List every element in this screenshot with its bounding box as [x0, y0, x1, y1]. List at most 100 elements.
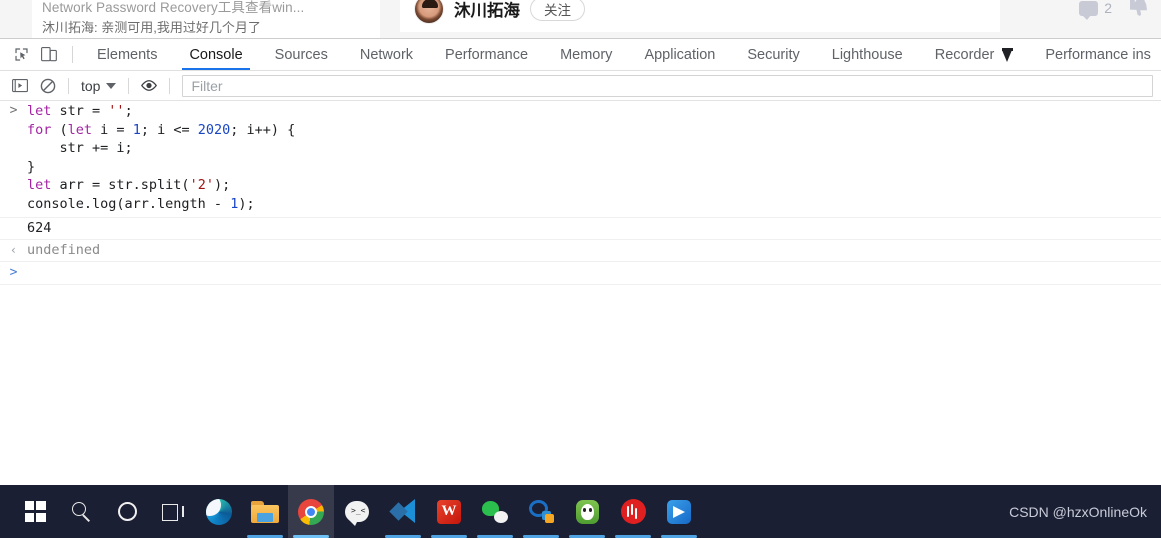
- red-circle-icon: [620, 499, 646, 524]
- device-toolbar-button[interactable]: [35, 39, 63, 70]
- live-expression-button[interactable]: [135, 73, 163, 99]
- tab-console[interactable]: Console: [173, 39, 258, 70]
- code-token: );: [238, 195, 255, 212]
- file-explorer-button[interactable]: [242, 485, 288, 538]
- panda-icon: [575, 499, 599, 524]
- console-return-value: undefined: [27, 242, 101, 258]
- follow-button[interactable]: 关注: [530, 0, 585, 21]
- code-token: '': [108, 103, 125, 119]
- tab-performance-ins[interactable]: Performance ins: [1029, 39, 1161, 70]
- inspect-cursor-icon: [14, 48, 28, 61]
- author-bar: 沐川拓海 关注: [400, 0, 1000, 32]
- console-log-entry: 624: [0, 218, 1161, 240]
- console-toolbar: top: [0, 71, 1161, 101]
- code-token: ; i++) {: [230, 121, 296, 138]
- chat-bubble-icon: >_<: [345, 501, 369, 526]
- tabbar-divider: [72, 46, 73, 63]
- filter-input[interactable]: [191, 77, 1144, 94]
- vscode-button[interactable]: [380, 485, 426, 538]
- flask-experiment-icon: [1002, 47, 1014, 62]
- search-icon: [71, 501, 91, 522]
- tab-label: Lighthouse: [831, 46, 903, 63]
- comment-stat[interactable]: 2: [1079, 0, 1112, 20]
- wechat-button[interactable]: [472, 485, 518, 538]
- web-page-content-strip: Network Password Recovery工具查看win... 沐川拓海…: [0, 0, 1161, 38]
- avatar[interactable]: [414, 0, 444, 24]
- task-view-button[interactable]: [150, 485, 196, 538]
- console-return-entry: ‹ undefined: [0, 240, 1161, 262]
- tab-security[interactable]: Security: [731, 39, 815, 70]
- tab-label: Application: [644, 46, 716, 63]
- panda-browser-button[interactable]: [564, 485, 610, 538]
- devtools-panel: Elements Console Sources Network Performance…: [0, 38, 1161, 485]
- code-token: );: [213, 177, 231, 193]
- context-label: top: [81, 77, 101, 94]
- tab-network[interactable]: Network: [344, 39, 429, 70]
- code-token: let: [27, 103, 52, 119]
- code-token: '2': [189, 177, 214, 193]
- start-button[interactable]: [12, 485, 58, 538]
- thumbs-up-icon: [1130, 0, 1147, 16]
- watermark-text: CSDN @hzxOnlineOk: [1009, 503, 1147, 520]
- console-sidebar-toggle-button[interactable]: [6, 73, 34, 99]
- filter-input-wrapper[interactable]: [182, 74, 1153, 97]
- red-app-button[interactable]: [610, 485, 656, 538]
- return-glyph: ‹: [9, 243, 18, 257]
- tab-label: Memory: [560, 46, 613, 63]
- search-button[interactable]: [58, 485, 104, 538]
- blue-arrow-button[interactable]: [656, 485, 702, 538]
- console-message-list[interactable]: > let str = ''; for (let i = 1; i <= 202…: [0, 101, 1161, 485]
- edge-icon: [206, 498, 232, 525]
- vscode-icon: [391, 499, 416, 524]
- tab-label: Performance ins: [1045, 46, 1151, 63]
- tab-label: Performance: [445, 46, 529, 63]
- new-prompt-glyph: >: [9, 265, 18, 280]
- chrome-button[interactable]: [288, 485, 334, 538]
- code-token: }: [27, 158, 36, 175]
- code-token: let: [67, 121, 93, 138]
- tim-button[interactable]: [518, 485, 564, 538]
- like-stat[interactable]: [1130, 0, 1147, 16]
- console-toolbar-divider-2: [128, 77, 130, 94]
- author-name: 沐川拓海: [454, 2, 520, 20]
- cortana-button[interactable]: [104, 485, 150, 538]
- wps-office-button[interactable]: W: [426, 485, 472, 538]
- windows-logo-icon: [24, 501, 46, 522]
- wps-icon: W: [437, 499, 461, 524]
- tab-label: Elements: [97, 46, 158, 63]
- console-new-prompt[interactable]: >: [0, 262, 1161, 285]
- code-token: (: [51, 121, 68, 138]
- devtools-tab-bar: Elements Console Sources Network Performance…: [0, 39, 1161, 71]
- tab-sources[interactable]: Sources: [259, 39, 344, 70]
- article-stats: 2: [1079, 0, 1147, 28]
- tab-elements[interactable]: Elements: [81, 39, 173, 70]
- javascript-context-select[interactable]: top: [75, 75, 122, 97]
- blue-arrow-icon: [667, 499, 691, 524]
- console-toolbar-divider-1: [68, 77, 69, 94]
- console-toolbar-divider-3: [169, 77, 171, 94]
- code-token: str =: [51, 103, 109, 119]
- code-token: let: [27, 177, 52, 193]
- tab-label: Security: [747, 46, 800, 63]
- tab-label: Sources: [274, 46, 328, 63]
- article-card[interactable]: Network Password Recovery工具查看win... 沐川拓海…: [32, 0, 380, 38]
- code-token: 1: [132, 121, 141, 138]
- folder-icon: [251, 500, 279, 523]
- article-title[interactable]: Network Password Recovery工具查看win...: [42, 0, 370, 17]
- tab-memory[interactable]: Memory: [544, 39, 628, 70]
- qq-chat-button[interactable]: >_<: [334, 485, 380, 538]
- tab-application[interactable]: Application: [628, 39, 731, 70]
- code-token: i =: [92, 121, 133, 138]
- console-input-entry: > let str = ''; for (let i = 1; i <= 202…: [0, 101, 1161, 218]
- inspect-element-button[interactable]: [7, 39, 35, 70]
- tab-lighthouse[interactable]: Lighthouse: [816, 39, 919, 70]
- tab-label: Console: [189, 46, 243, 63]
- clear-console-button[interactable]: [34, 73, 62, 99]
- tab-label: Recorder: [934, 46, 995, 63]
- comment-icon: [1079, 0, 1099, 20]
- clear-console-icon: [40, 78, 56, 93]
- tab-recorder[interactable]: Recorder: [919, 39, 1030, 70]
- code-token: console.log(arr.length -: [27, 195, 231, 212]
- edge-button[interactable]: [196, 485, 242, 538]
- tab-performance[interactable]: Performance: [429, 39, 544, 70]
